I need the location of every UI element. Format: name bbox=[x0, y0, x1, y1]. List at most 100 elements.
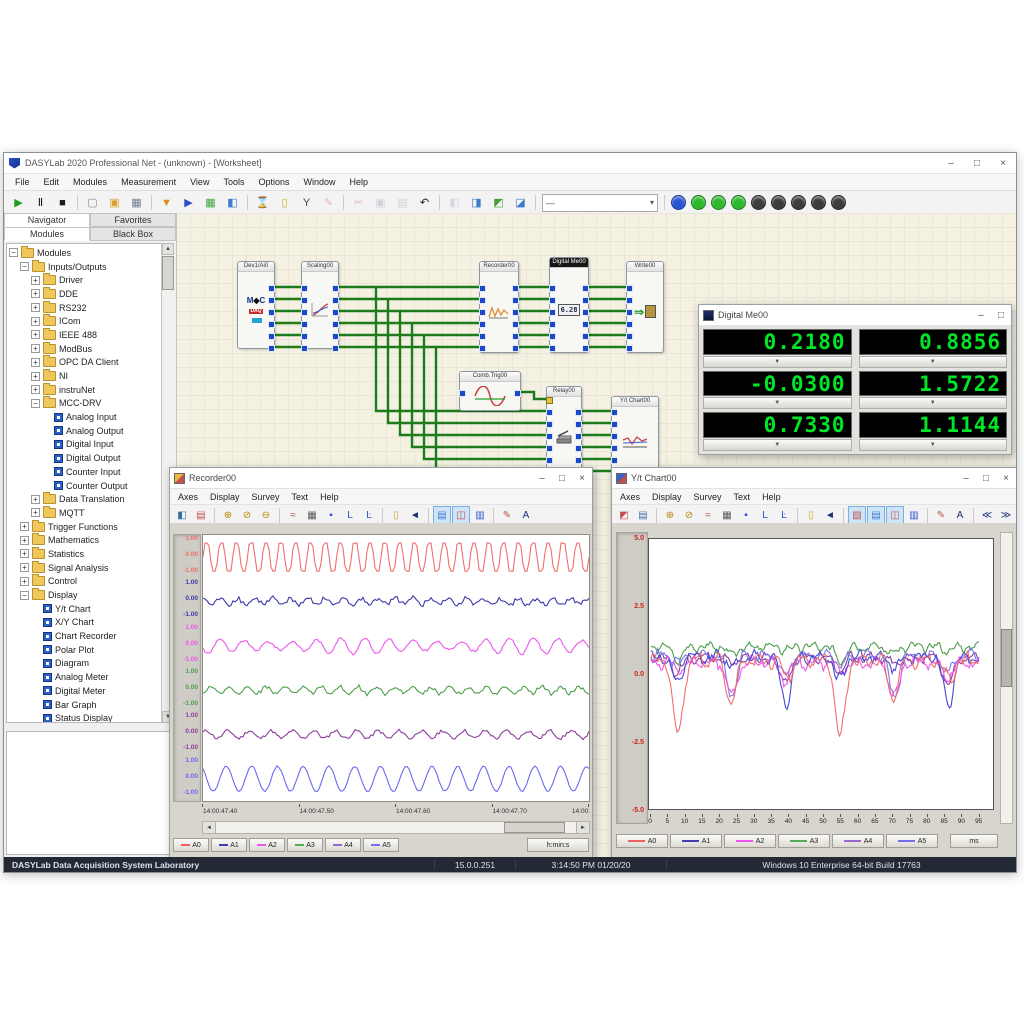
expand-icon[interactable]: + bbox=[31, 385, 40, 394]
tree-item-display[interactable]: −Display bbox=[9, 588, 173, 602]
output-port[interactable] bbox=[332, 333, 339, 340]
tab-modules[interactable]: Modules bbox=[4, 227, 90, 241]
y-axis-icon[interactable]: L bbox=[341, 506, 359, 524]
input-port[interactable] bbox=[626, 333, 633, 340]
font-icon[interactable]: A bbox=[517, 506, 535, 524]
layout-bars-icon[interactable]: ▥ bbox=[471, 506, 489, 524]
yt-v-scrollbar[interactable] bbox=[1000, 532, 1013, 824]
tree-item-ni[interactable]: +NI bbox=[9, 369, 173, 383]
input-port[interactable] bbox=[301, 321, 308, 328]
recorder-menu-help[interactable]: Help bbox=[314, 492, 345, 502]
curve-icon[interactable]: ≈ bbox=[699, 506, 717, 524]
output-port[interactable] bbox=[268, 285, 275, 292]
tab-black-box[interactable]: Black Box bbox=[90, 227, 176, 241]
module-menu-button[interactable]: ▼ bbox=[156, 192, 177, 213]
scroll-thumb[interactable] bbox=[1001, 629, 1012, 687]
channel-button-a2[interactable]: A2 bbox=[724, 834, 776, 848]
output-port[interactable] bbox=[575, 457, 582, 464]
menu-help[interactable]: Help bbox=[343, 177, 376, 187]
scroll-left-icon[interactable]: ◄ bbox=[203, 822, 216, 833]
channel-button-a1[interactable]: A1 bbox=[211, 838, 247, 852]
input-port[interactable] bbox=[301, 333, 308, 340]
layout-bars-icon[interactable]: ▥ bbox=[905, 506, 923, 524]
tree-item-digital-output[interactable]: Digital Output bbox=[9, 451, 173, 465]
expand-icon[interactable]: + bbox=[31, 372, 40, 381]
pointer-icon[interactable]: ◄ bbox=[406, 506, 424, 524]
tree-item-digital-meter[interactable]: Digital Meter bbox=[9, 684, 173, 698]
display-menu-bar[interactable]: ▼ bbox=[703, 397, 852, 409]
module-relay00[interactable]: Relay00 bbox=[546, 386, 582, 478]
menu-window[interactable]: Window bbox=[297, 177, 343, 187]
tree-item-icom[interactable]: +ICom bbox=[9, 314, 173, 328]
close-button[interactable]: × bbox=[572, 469, 592, 488]
output-port[interactable] bbox=[512, 333, 519, 340]
window-layout-button-2[interactable]: ◨ bbox=[466, 192, 487, 213]
yt-chart-window[interactable]: Y/t Chart00 –□× AxesDisplaySurveyTextHel… bbox=[611, 467, 1017, 859]
expand-icon[interactable]: + bbox=[20, 549, 29, 558]
yt-menu-axes[interactable]: Axes bbox=[614, 492, 646, 502]
display-menu-bar[interactable]: ▼ bbox=[859, 356, 1008, 368]
expand-icon[interactable]: + bbox=[31, 358, 40, 367]
output-port[interactable] bbox=[575, 445, 582, 452]
tree-item-trigger-functions[interactable]: +Trigger Functions bbox=[9, 520, 173, 534]
output-port[interactable] bbox=[332, 321, 339, 328]
tree-item-rs232[interactable]: +RS232 bbox=[9, 301, 173, 315]
branch-button[interactable]: Y bbox=[296, 192, 317, 213]
close-button[interactable]: × bbox=[990, 154, 1016, 173]
scroll-up-icon[interactable]: ▲ bbox=[162, 243, 174, 255]
input-port[interactable] bbox=[549, 309, 556, 316]
input-port[interactable] bbox=[549, 321, 556, 328]
output-port[interactable] bbox=[332, 297, 339, 304]
channel-button-a3[interactable]: A3 bbox=[287, 838, 323, 852]
display-menu-bar[interactable]: ▼ bbox=[859, 439, 1008, 451]
t-axis-icon[interactable]: Ŀ bbox=[360, 506, 378, 524]
stripe-view-icon[interactable]: ▤ bbox=[192, 506, 210, 524]
input-port[interactable] bbox=[611, 433, 618, 440]
zoom-combobox[interactable]: —▾ bbox=[542, 194, 658, 212]
tree-item-counter-input[interactable]: Counter Input bbox=[9, 465, 173, 479]
select-tool-button[interactable]: ▶ bbox=[178, 192, 199, 213]
input-port[interactable] bbox=[479, 285, 486, 292]
recorder-menu-axes[interactable]: Axes bbox=[172, 492, 204, 502]
zoom-window-icon[interactable]: ⊘ bbox=[680, 506, 698, 524]
scroll-thumb[interactable] bbox=[504, 822, 565, 833]
input-port[interactable] bbox=[626, 309, 633, 316]
paste-button[interactable]: ▤ bbox=[392, 192, 413, 213]
trigger-port[interactable] bbox=[546, 397, 553, 404]
output-port[interactable] bbox=[332, 345, 339, 352]
input-port[interactable] bbox=[301, 297, 308, 304]
layout-multi-icon[interactable]: ◫ bbox=[886, 506, 904, 524]
module-recorder00[interactable]: Recorder00 bbox=[479, 261, 519, 353]
channel-button-a1[interactable]: A1 bbox=[670, 834, 722, 848]
maximize-button[interactable]: □ bbox=[552, 469, 572, 488]
tree-item-signal-analysis[interactable]: +Signal Analysis bbox=[9, 561, 173, 575]
worksheet-page-8-button[interactable] bbox=[831, 195, 846, 210]
maximize-button[interactable]: □ bbox=[976, 469, 996, 488]
channel-button-a5[interactable]: A5 bbox=[363, 838, 399, 852]
tree-item-digital-input[interactable]: Digital Input bbox=[9, 438, 173, 452]
start-button[interactable]: ▶ bbox=[8, 192, 29, 213]
scroll-start-icon[interactable]: ≪ bbox=[978, 506, 996, 524]
color-brush-icon[interactable]: ✎ bbox=[498, 506, 516, 524]
font-icon[interactable]: A bbox=[951, 506, 969, 524]
expand-icon[interactable]: + bbox=[20, 522, 29, 531]
input-port[interactable] bbox=[626, 285, 633, 292]
minimize-button[interactable]: – bbox=[532, 469, 552, 488]
output-port[interactable] bbox=[582, 321, 589, 328]
stop-button[interactable]: ■ bbox=[52, 192, 73, 213]
pointer-icon[interactable]: ◄ bbox=[821, 506, 839, 524]
collapse-icon[interactable]: − bbox=[20, 591, 29, 600]
output-port[interactable] bbox=[512, 297, 519, 304]
tree-item-opc-da-client[interactable]: +OPC DA Client bbox=[9, 356, 173, 370]
output-port[interactable] bbox=[582, 285, 589, 292]
window-layout-button-3[interactable]: ◩ bbox=[488, 192, 509, 213]
expand-icon[interactable]: + bbox=[31, 508, 40, 517]
output-port[interactable] bbox=[582, 333, 589, 340]
zoom-window-icon[interactable]: ⊘ bbox=[238, 506, 256, 524]
input-port[interactable] bbox=[549, 333, 556, 340]
output-port[interactable] bbox=[268, 333, 275, 340]
channel-button-a0[interactable]: A0 bbox=[616, 834, 668, 848]
maximize-button[interactable]: □ bbox=[991, 306, 1011, 325]
expand-icon[interactable]: + bbox=[31, 289, 40, 298]
new-worksheet-button[interactable]: ▢ bbox=[82, 192, 103, 213]
